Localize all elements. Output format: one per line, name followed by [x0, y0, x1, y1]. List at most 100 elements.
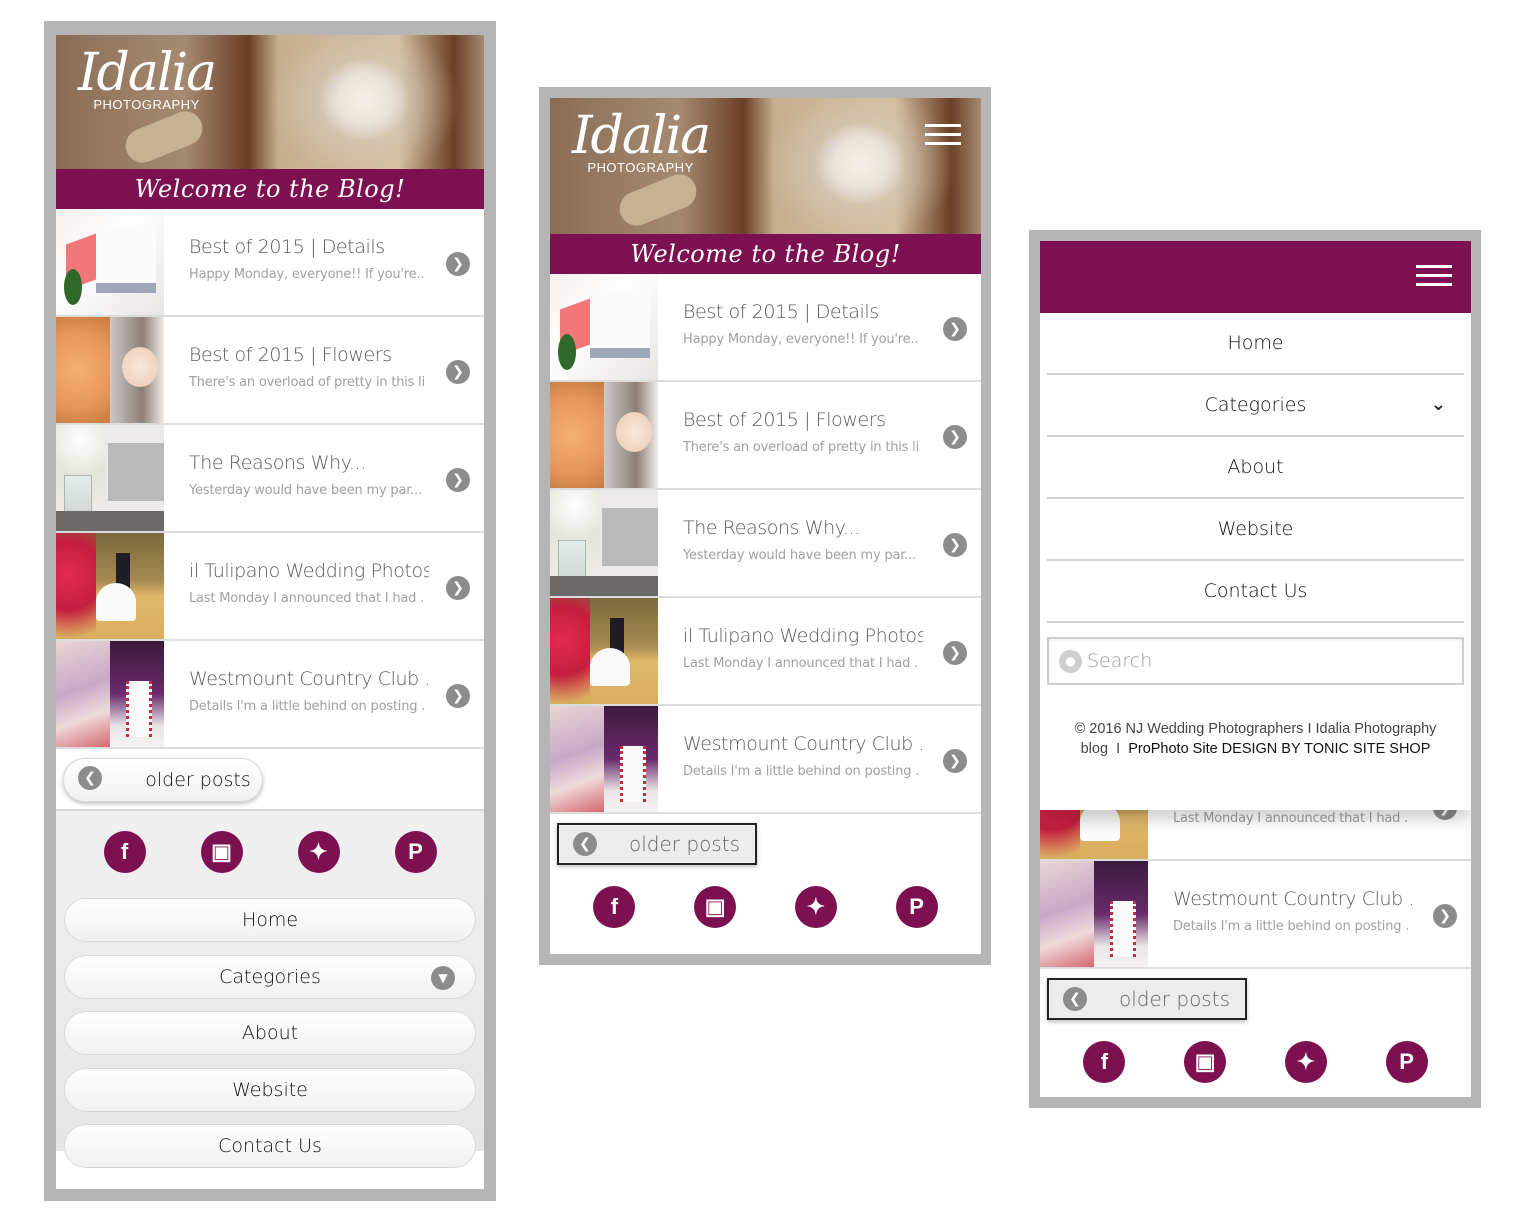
- post-item[interactable]: The Reasons Why... Yesterday would have …: [550, 490, 981, 598]
- nav-menu: Home Categories ▼ About Website Contact …: [56, 898, 484, 1168]
- post-thumbnail: [56, 425, 164, 531]
- facebook-icon[interactable]: f: [103, 831, 146, 873]
- menu-header-bar: [1040, 241, 1471, 313]
- chevron-down-icon[interactable]: ⌄: [1431, 375, 1446, 435]
- arrow-right-icon[interactable]: ❯: [446, 684, 470, 708]
- phone-mockup-full-page: Idalia PHOTOGRAPHY Welcome to the Blog! …: [44, 21, 496, 1201]
- hamburger-menu-icon[interactable]: [1416, 265, 1452, 287]
- post-item[interactable]: Best of 2015 | Details Happy Monday, eve…: [56, 209, 484, 317]
- post-item[interactable]: Westmount Country Club ... Details I'm a…: [56, 641, 484, 749]
- post-title[interactable]: Best of 2015 | Flowers: [189, 344, 429, 366]
- welcome-banner: Welcome to the Blog!: [56, 169, 484, 209]
- post-title[interactable]: Best of 2015 | Flowers: [683, 409, 923, 431]
- header-banner: Idalia PHOTOGRAPHY: [56, 35, 484, 169]
- post-thumbnail: [56, 317, 164, 423]
- nav-item-label: Categories: [219, 965, 321, 988]
- twitter-icon[interactable]: ✦: [1284, 1041, 1327, 1083]
- search-input[interactable]: [1087, 639, 1447, 683]
- post-item[interactable]: Westmount Country Club ... Details I'm a…: [550, 706, 981, 814]
- copyright-footer: © 2016 NJ Wedding Photographers I Idalia…: [1040, 719, 1471, 759]
- menu-item-website[interactable]: Website: [1047, 499, 1464, 561]
- post-excerpt: Details I'm a little behind on posting .…: [189, 699, 424, 714]
- logo-subtitle: PHOTOGRAPHY: [587, 160, 694, 175]
- arrow-right-icon[interactable]: ❯: [943, 317, 967, 341]
- arrow-right-icon[interactable]: ❯: [446, 468, 470, 492]
- site-logo[interactable]: Idalia PHOTOGRAPHY: [572, 106, 711, 175]
- instagram-icon[interactable]: ▣: [694, 886, 737, 928]
- post-title[interactable]: il Tulipano Wedding Photos c: [683, 625, 923, 647]
- post-excerpt: There's an overload of pretty in this li…: [683, 440, 918, 455]
- nav-item-about[interactable]: About: [64, 1011, 476, 1055]
- banner-chair-arm: [614, 169, 702, 231]
- post-excerpt: Happy Monday, everyone!! If you're..: [189, 267, 424, 282]
- search-field[interactable]: ●: [1047, 637, 1464, 685]
- post-title[interactable]: The Reasons Why...: [683, 517, 923, 539]
- post-thumbnail: [550, 706, 658, 812]
- post-item[interactable]: The Reasons Why... Yesterday would have …: [56, 425, 484, 533]
- arrow-right-icon[interactable]: ❯: [943, 749, 967, 773]
- older-posts-label: older posts: [629, 832, 740, 856]
- menu-item-categories[interactable]: Categories ⌄: [1047, 375, 1464, 437]
- logo-script: Idalia: [572, 106, 711, 166]
- post-title[interactable]: The Reasons Why...: [189, 452, 429, 474]
- pinterest-icon[interactable]: P: [1385, 1041, 1428, 1083]
- post-title[interactable]: Best of 2015 | Details: [683, 301, 923, 323]
- arrow-left-icon: ❮: [78, 766, 102, 790]
- post-item[interactable]: il Tulipano Wedding Photos c Last Monday…: [56, 533, 484, 641]
- menu-item-home[interactable]: Home: [1047, 313, 1464, 375]
- designer-credit-link[interactable]: ProPhoto Site DESIGN BY TONIC SITE SHOP: [1128, 741, 1430, 757]
- facebook-icon[interactable]: f: [1083, 1041, 1126, 1083]
- post-title[interactable]: Best of 2015 | Details: [189, 236, 429, 258]
- phone-screen: Idalia PHOTOGRAPHY Welcome to the Blog! …: [56, 35, 484, 1189]
- post-item[interactable]: il Tulipano Wedding Photos c Last Monday…: [550, 598, 981, 706]
- pagination-row: ❮ older posts: [550, 814, 981, 876]
- post-item[interactable]: Best of 2015 | Details Happy Monday, eve…: [550, 274, 981, 382]
- site-logo[interactable]: Idalia PHOTOGRAPHY: [78, 43, 217, 112]
- post-title[interactable]: Westmount Country Club ...: [189, 668, 429, 690]
- pinterest-icon[interactable]: P: [394, 831, 437, 873]
- post-item[interactable]: Best of 2015 | Flowers There's an overlo…: [56, 317, 484, 425]
- post-item[interactable]: Best of 2015 | Flowers There's an overlo…: [550, 382, 981, 490]
- hamburger-menu-icon[interactable]: [925, 124, 961, 146]
- older-posts-label: older posts: [1119, 987, 1230, 1011]
- arrow-right-icon[interactable]: ❯: [446, 360, 470, 384]
- facebook-icon[interactable]: f: [593, 886, 636, 928]
- arrow-right-icon[interactable]: ❯: [943, 533, 967, 557]
- twitter-icon[interactable]: ✦: [297, 831, 340, 873]
- arrow-right-icon[interactable]: ❯: [1433, 904, 1457, 928]
- instagram-icon[interactable]: ▣: [1184, 1041, 1227, 1083]
- arrow-right-icon[interactable]: ❯: [943, 641, 967, 665]
- arrow-right-icon[interactable]: ❯: [943, 425, 967, 449]
- older-posts-button[interactable]: ❮ older posts: [63, 758, 263, 802]
- instagram-icon[interactable]: ▣: [200, 831, 243, 873]
- nav-item-website[interactable]: Website: [64, 1067, 476, 1112]
- twitter-icon[interactable]: ✦: [794, 886, 837, 928]
- arrow-right-icon[interactable]: ❯: [446, 252, 470, 276]
- nav-item-home[interactable]: Home: [64, 898, 476, 942]
- post-thumbnail: [550, 274, 658, 380]
- menu-item-label: Categories: [1204, 394, 1307, 416]
- post-title[interactable]: Westmount Country Club ...: [683, 733, 923, 755]
- post-thumbnail: [56, 641, 164, 747]
- post-title[interactable]: Westmount Country Club ...: [1173, 888, 1413, 910]
- arrow-right-icon[interactable]: ❯: [446, 576, 470, 600]
- chevron-down-icon[interactable]: ▼: [431, 965, 455, 990]
- post-thumbnail: [550, 598, 658, 704]
- menu-item-contact[interactable]: Contact Us: [1047, 561, 1464, 623]
- pinterest-icon[interactable]: P: [895, 886, 938, 928]
- search-icon: ●: [1059, 650, 1082, 673]
- post-item[interactable]: Westmount Country Club ... Details I'm a…: [1040, 861, 1471, 969]
- nav-item-categories[interactable]: Categories ▼: [64, 954, 476, 999]
- post-list: Best of 2015 | Details Happy Monday, eve…: [550, 274, 981, 814]
- social-links: f ▣ ✦ P: [1040, 1031, 1471, 1083]
- older-posts-button[interactable]: ❮ older posts: [557, 823, 757, 865]
- logo-script: Idalia: [78, 43, 217, 103]
- menu-item-about[interactable]: About: [1047, 437, 1464, 499]
- nav-item-contact[interactable]: Contact Us: [64, 1124, 476, 1168]
- post-excerpt: Happy Monday, everyone!! If you're..: [683, 332, 918, 347]
- older-posts-button[interactable]: ❮ older posts: [1047, 978, 1247, 1020]
- post-excerpt: Yesterday would have been my par...: [683, 548, 916, 563]
- social-links: f ▣ ✦ P: [56, 831, 484, 898]
- post-title[interactable]: il Tulipano Wedding Photos c: [189, 560, 429, 582]
- post-thumbnail: [56, 533, 164, 639]
